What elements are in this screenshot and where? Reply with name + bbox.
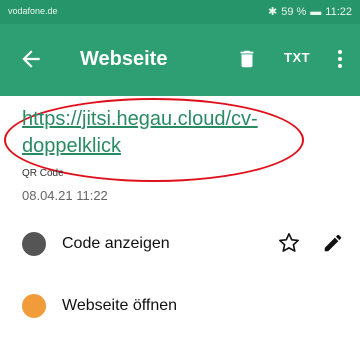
battery-icon: ▬: [310, 5, 322, 18]
clock: 11:22: [325, 5, 352, 18]
timestamp: 08.04.21 11:22: [22, 188, 108, 203]
pen-icon[interactable]: [322, 232, 344, 254]
carrier-label: vodafone.de: [8, 6, 58, 16]
web-icon: [22, 294, 46, 318]
app-bar: Webseite TXT: [0, 24, 360, 96]
txt-icon[interactable]: TXT: [284, 50, 310, 65]
code-icon: [22, 232, 46, 256]
page-title: Webseite: [80, 48, 168, 70]
back-icon[interactable]: [18, 46, 44, 72]
type-label: QR Code: [22, 168, 64, 179]
battery-percent: 59 %: [281, 5, 307, 18]
bluetooth-icon: ✱: [267, 6, 278, 18]
star-icon[interactable]: [278, 232, 300, 254]
show-code-row[interactable]: Code anzeigen: [0, 224, 360, 264]
status-icons: ✱ 59 % ▬ 11:22: [267, 5, 352, 19]
open-website-row[interactable]: Webseite öffnen: [0, 286, 360, 326]
trash-icon[interactable]: [236, 46, 258, 72]
url-link[interactable]: https://jitsi.hegau.cloud/cv-doppelklick: [22, 106, 312, 160]
more-icon[interactable]: [336, 46, 344, 72]
open-website-label: Webseite öffnen: [62, 297, 178, 314]
show-code-label: Code anzeigen: [62, 235, 170, 252]
status-bar: vodafone.de ✱ 59 % ▬ 11:22: [0, 0, 360, 24]
